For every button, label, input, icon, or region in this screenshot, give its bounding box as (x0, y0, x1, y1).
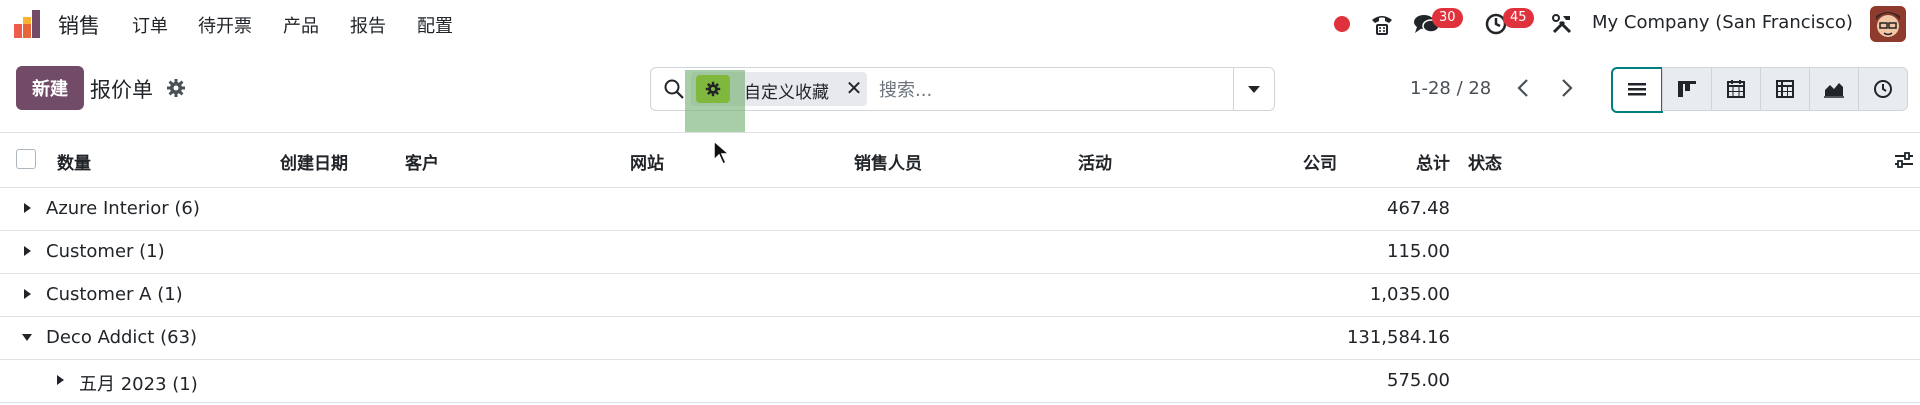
group-total: 131,584.16 (1346, 327, 1450, 348)
new-button[interactable]: 新建 (16, 66, 84, 110)
facet-label: 自定义收藏 (744, 83, 829, 103)
menu-to-invoice[interactable]: 待开票 (198, 12, 252, 38)
column-status[interactable]: 状态 (1468, 149, 1502, 174)
menu-configuration[interactable]: 配置 (417, 12, 453, 38)
caret-down-icon (22, 334, 32, 341)
facet-gear-icon (705, 81, 721, 97)
tools-icon (1552, 14, 1572, 34)
activity-clock-icon (1874, 80, 1892, 98)
column-customer[interactable]: 客户 (405, 149, 439, 174)
kanban-view-button[interactable] (1662, 67, 1712, 111)
search-bar: 自定义收藏 ✕ (650, 67, 1275, 132)
avatar-image-icon (1870, 6, 1906, 42)
group-total: 467.48 (1387, 198, 1450, 219)
app-name[interactable]: 销售 (58, 10, 100, 40)
gear-icon[interactable] (166, 78, 186, 98)
caret-right-icon (57, 375, 64, 385)
favorite-filter-icon (696, 75, 730, 103)
list-icon (1628, 83, 1646, 96)
column-activities[interactable]: 活动 (1078, 149, 1112, 174)
select-all-checkbox[interactable] (16, 149, 36, 169)
caret-right-icon (24, 203, 31, 213)
phone-icon (1372, 16, 1392, 35)
column-create-date[interactable]: 创建日期 (280, 149, 348, 174)
facet-remove-icon[interactable]: ✕ (843, 74, 865, 102)
list-view-button[interactable] (1611, 67, 1663, 113)
pager-next[interactable] (1554, 74, 1580, 102)
pager-value[interactable]: 1-28 / 28 (1410, 78, 1491, 99)
calendar-icon (1727, 80, 1745, 98)
company-switcher[interactable]: My Company (San Francisco) (1592, 12, 1853, 33)
caret-right-icon (24, 289, 31, 299)
page-title: 报价单 (90, 78, 153, 102)
subgroup-total: 575.00 (1387, 370, 1450, 391)
kanban-icon (1678, 81, 1696, 97)
graph-view-button[interactable] (1809, 67, 1859, 111)
group-label: Customer A (1) (46, 284, 183, 305)
debug-tools-button[interactable] (1548, 6, 1576, 42)
list-header: 数量 创建日期 客户 网站 销售人员 活动 公司 总计 状态 (0, 133, 1920, 188)
group-total: 1,035.00 (1369, 284, 1450, 305)
sales-app-icon[interactable] (14, 10, 44, 38)
top-navbar: 销售 订单 待开票 产品 报告 配置 30 45 My Company (San… (0, 0, 1920, 48)
group-row[interactable]: Azure Interior (6) 467.48 (0, 188, 1920, 231)
group-row[interactable]: Deco Addict (63) 131,584.16 (0, 317, 1920, 360)
menu-reporting[interactable]: 报告 (350, 12, 386, 38)
chevron-right-icon (1562, 79, 1573, 97)
activities-badge: 45 (1503, 8, 1534, 28)
group-label: Azure Interior (6) (46, 198, 200, 219)
phone-button[interactable] (1368, 6, 1396, 42)
column-quantity[interactable]: 数量 (57, 149, 91, 174)
activity-view-button[interactable] (1858, 67, 1908, 111)
group-total: 115.00 (1387, 241, 1450, 262)
column-website[interactable]: 网站 (630, 149, 664, 174)
optional-columns-icon[interactable] (1894, 150, 1914, 170)
chevron-left-icon (1517, 79, 1528, 97)
table-icon (1776, 80, 1794, 98)
messages-badge: 30 (1432, 8, 1463, 28)
menu-products[interactable]: 产品 (283, 12, 319, 38)
control-panel: 新建 报价单 自定义收藏 ✕ 搜索... 1-28 / 28 (0, 48, 1920, 166)
calendar-view-button[interactable] (1711, 67, 1761, 111)
subgroup-row[interactable]: 五月 2023 (1) 575.00 (0, 360, 1920, 403)
column-total[interactable]: 总计 (1416, 149, 1450, 174)
status-indicator[interactable] (1330, 6, 1354, 42)
menu-orders[interactable]: 订单 (132, 12, 168, 38)
pager-previous[interactable] (1510, 74, 1536, 102)
group-row[interactable]: Customer A (1) 1,035.00 (0, 274, 1920, 317)
area-chart-icon (1824, 83, 1844, 98)
search-options-toggle[interactable] (1233, 68, 1274, 110)
search-icon[interactable] (663, 78, 685, 100)
subgroup-label: 五月 2023 (1) (79, 374, 198, 395)
user-avatar[interactable] (1870, 6, 1906, 42)
caret-down-icon (1248, 86, 1260, 93)
caret-right-icon (24, 246, 31, 256)
search-input[interactable] (877, 76, 1221, 104)
group-label: Deco Addict (63) (46, 327, 198, 348)
group-label: Customer (1) (46, 241, 165, 262)
red-dot-icon (1334, 16, 1350, 32)
group-row[interactable]: Customer (1) 115.00 (0, 231, 1920, 274)
column-company[interactable]: 公司 (1303, 149, 1337, 174)
column-salesperson[interactable]: 销售人员 (854, 149, 922, 174)
pivot-view-button[interactable] (1760, 67, 1810, 111)
view-switcher (1611, 67, 1908, 113)
